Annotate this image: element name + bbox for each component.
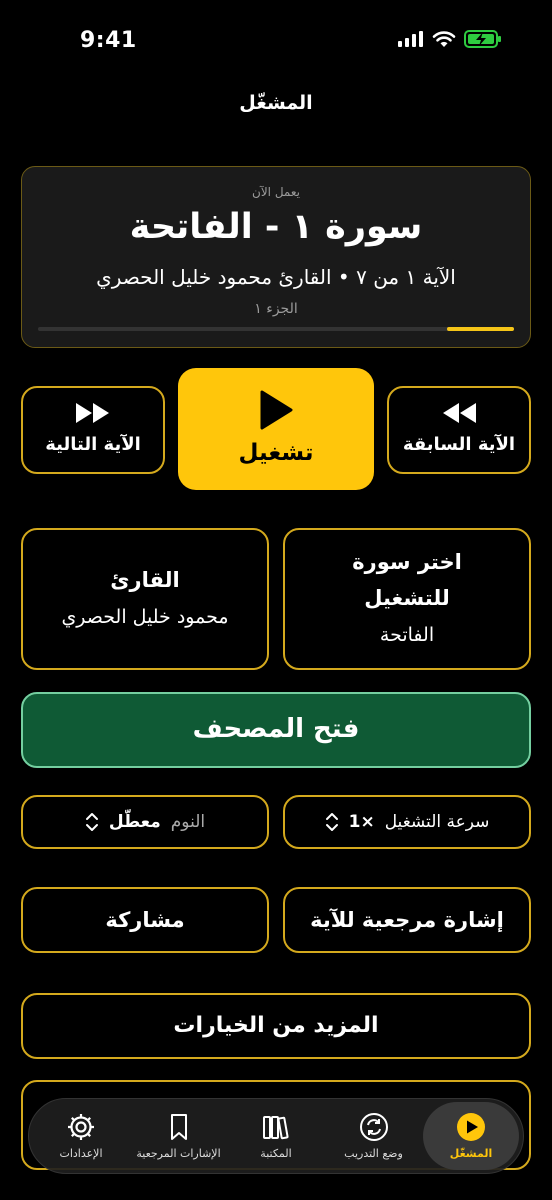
bookmark-icon [164,1112,194,1142]
playback-progress-fill [447,327,514,331]
chevron-up-down-icon [85,813,98,831]
playback-speed-value: 1× [348,812,375,832]
library-icon [261,1112,291,1142]
reciter-title: القارئ [110,568,180,592]
play-button[interactable]: تشغيل [178,368,374,490]
gear-icon [66,1112,96,1142]
tab-bookmarks[interactable]: الإشارات المرجعية [131,1102,227,1170]
cellular-signal-icon [398,31,423,47]
tab-training-mode-label: وضع التدريب [344,1147,403,1160]
share-button[interactable]: مشاركة [21,887,269,953]
now-playing-juz: الجزء ١ [254,301,298,317]
battery-charging-icon [464,30,501,48]
sleep-timer-label: النوم [170,812,206,832]
playback-progress-bar[interactable] [38,327,514,331]
next-ayah-button[interactable]: الآية التالية [21,386,165,474]
previous-ayah-button[interactable]: الآية السابقة [387,386,531,474]
tab-settings-label: الإعدادات [59,1147,103,1160]
tab-player[interactable]: المشغّل [423,1102,519,1170]
tab-settings[interactable]: الإعدادات [33,1102,129,1170]
selected-reciter: محمود خليل الحصري [61,606,229,628]
now-playing-label: يعمل الآن [252,185,300,199]
next-ayah-label: الآية التالية [45,434,141,455]
playback-speed-label: سرعة التشغيل [384,812,490,832]
bookmark-ayah-button[interactable]: إشارة مرجعية للآية [283,887,531,953]
status-bar: 9:41 [0,0,552,80]
choose-surah-title: اختر سورة للتشغيل [352,550,462,610]
tab-player-label: المشغّل [449,1147,493,1160]
now-playing-meta: الآية ١ من ٧ • القارئ محمود خليل الحصري [96,265,456,289]
more-options-button[interactable]: المزيد من الخيارات [21,993,531,1059]
status-time: 9:41 [80,28,137,53]
now-playing-card: يعمل الآن سورة ١ - الفاتحة الآية ١ من ٧ … [21,166,531,348]
chevron-up-down-icon [325,813,338,831]
tab-library-label: المكتبة [260,1147,292,1160]
sleep-timer-selector[interactable]: النوم معطّل [21,795,269,849]
tab-library[interactable]: المكتبة [228,1102,324,1170]
tab-bar: المشغّل وضع التدريب المكتبة الإشارات الم… [28,1098,524,1174]
selected-surah: الفاتحة [379,624,435,646]
play-label: تشغيل [238,440,314,466]
now-playing-title: سورة ١ - الفاتحة [129,207,423,247]
open-mushaf-button[interactable]: فتح المصحف [21,692,531,768]
wifi-icon [432,30,456,47]
sleep-timer-value: معطّل [108,812,161,832]
play-circle-icon [456,1112,486,1142]
tab-training-mode[interactable]: وضع التدريب [326,1102,422,1170]
repeat-icon [359,1112,389,1142]
status-icons [398,30,502,48]
tab-bookmarks-label: الإشارات المرجعية [136,1147,221,1160]
choose-surah-button[interactable]: اختر سورة للتشغيل الفاتحة [283,528,531,670]
rewind-icon [443,403,476,423]
fast-forward-icon [76,403,109,423]
reciter-button[interactable]: القارئ محمود خليل الحصري [21,528,269,670]
play-icon [260,390,293,430]
playback-speed-selector[interactable]: سرعة التشغيل 1× [283,795,531,849]
previous-ayah-label: الآية السابقة [402,434,516,455]
page-title: المشغّل [239,92,313,114]
